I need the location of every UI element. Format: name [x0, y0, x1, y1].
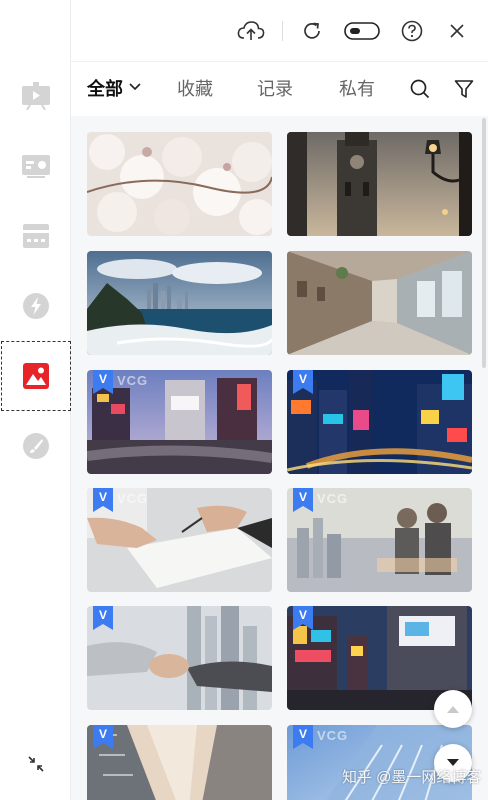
times-square-image — [287, 370, 472, 474]
image-tile[interactable] — [287, 132, 472, 236]
scroll-up-button[interactable] — [434, 690, 472, 728]
cloud-upload-icon — [237, 21, 265, 40]
help-button[interactable] — [398, 17, 426, 45]
close-button[interactable] — [443, 17, 471, 45]
handshake-city-image — [87, 606, 272, 710]
badge-letter: V — [98, 372, 107, 386]
old-street-image — [287, 251, 472, 355]
sidebar — [0, 0, 71, 800]
image-tile[interactable] — [287, 251, 472, 355]
business-team-image — [287, 488, 472, 592]
toggle-button[interactable] — [343, 17, 381, 45]
lightning-icon — [22, 293, 49, 319]
badge-letter: V — [298, 490, 307, 504]
tab-private[interactable]: 私有 — [339, 77, 375, 101]
help-icon — [401, 20, 423, 42]
text-box-icon — [21, 155, 50, 178]
coastal-skyline-image — [87, 251, 272, 355]
search-button[interactable] — [407, 76, 433, 102]
badge-brand: VCG — [117, 373, 149, 388]
badge-letter: V — [298, 608, 307, 622]
tab-bar: 全部 收藏 记录 私有 — [71, 62, 488, 116]
refresh-button[interactable] — [298, 17, 326, 45]
tab-all[interactable]: 全部 — [87, 77, 123, 101]
contract-signing-image — [87, 488, 272, 592]
image-tile[interactable] — [87, 251, 272, 355]
image-tile[interactable]: V VCG — [287, 488, 472, 592]
image-tile[interactable]: V VCG — [87, 370, 272, 474]
toggle-icon — [344, 22, 380, 40]
badge-brand: VCG — [317, 491, 349, 506]
badge-letter: V — [98, 490, 107, 504]
refresh-icon — [304, 22, 320, 39]
badge-letter: V — [98, 608, 107, 622]
image-icon — [23, 363, 49, 389]
badge-letter: V — [98, 727, 107, 741]
filter-icon — [454, 80, 474, 98]
image-tile[interactable]: V — [87, 725, 272, 800]
chevron-down-icon[interactable] — [129, 83, 141, 91]
scroll-up-icon — [447, 706, 459, 713]
video-slide-icon — [21, 82, 50, 110]
close-icon — [450, 24, 464, 38]
sidebar-item-flash[interactable] — [0, 271, 71, 341]
clock-tower-image — [287, 132, 472, 236]
image-tile[interactable] — [87, 132, 272, 236]
image-tile[interactable]: V — [87, 606, 272, 710]
image-tile[interactable]: V — [287, 370, 472, 474]
skyscrapers-image — [87, 725, 272, 800]
badge-brand: VCG — [117, 491, 149, 506]
badge-letter: V — [298, 727, 307, 741]
image-tile[interactable]: V VCG — [87, 488, 272, 592]
card-icon — [22, 224, 49, 248]
collapse-button[interactable] — [24, 752, 48, 776]
toolbar — [71, 0, 488, 62]
cloud-upload-button[interactable] — [237, 17, 265, 45]
image-grid: V VCG V V VCG V VCG V V V V VCG — [71, 116, 488, 800]
sidebar-item-draw[interactable] — [0, 411, 71, 481]
collapse-icon — [28, 756, 44, 772]
toolbar-divider — [282, 21, 283, 41]
scrollbar[interactable] — [482, 118, 486, 368]
sidebar-item-images[interactable] — [1, 341, 71, 411]
badge-letter: V — [298, 372, 307, 386]
cherry-blossom-image — [87, 132, 272, 236]
badge-brand: VCG — [317, 728, 349, 743]
shibuya-dusk-image — [87, 370, 272, 474]
tab-history[interactable]: 记录 — [257, 77, 293, 101]
sidebar-item-video[interactable] — [0, 61, 71, 131]
sidebar-item-card[interactable] — [0, 201, 71, 271]
brush-icon — [22, 433, 49, 459]
sidebar-item-text[interactable] — [0, 131, 71, 201]
watermark: 知乎 @墨一网络博客 — [342, 769, 482, 786]
search-icon — [410, 79, 430, 99]
filter-button[interactable] — [451, 76, 477, 102]
tab-favorites[interactable]: 收藏 — [177, 77, 213, 101]
